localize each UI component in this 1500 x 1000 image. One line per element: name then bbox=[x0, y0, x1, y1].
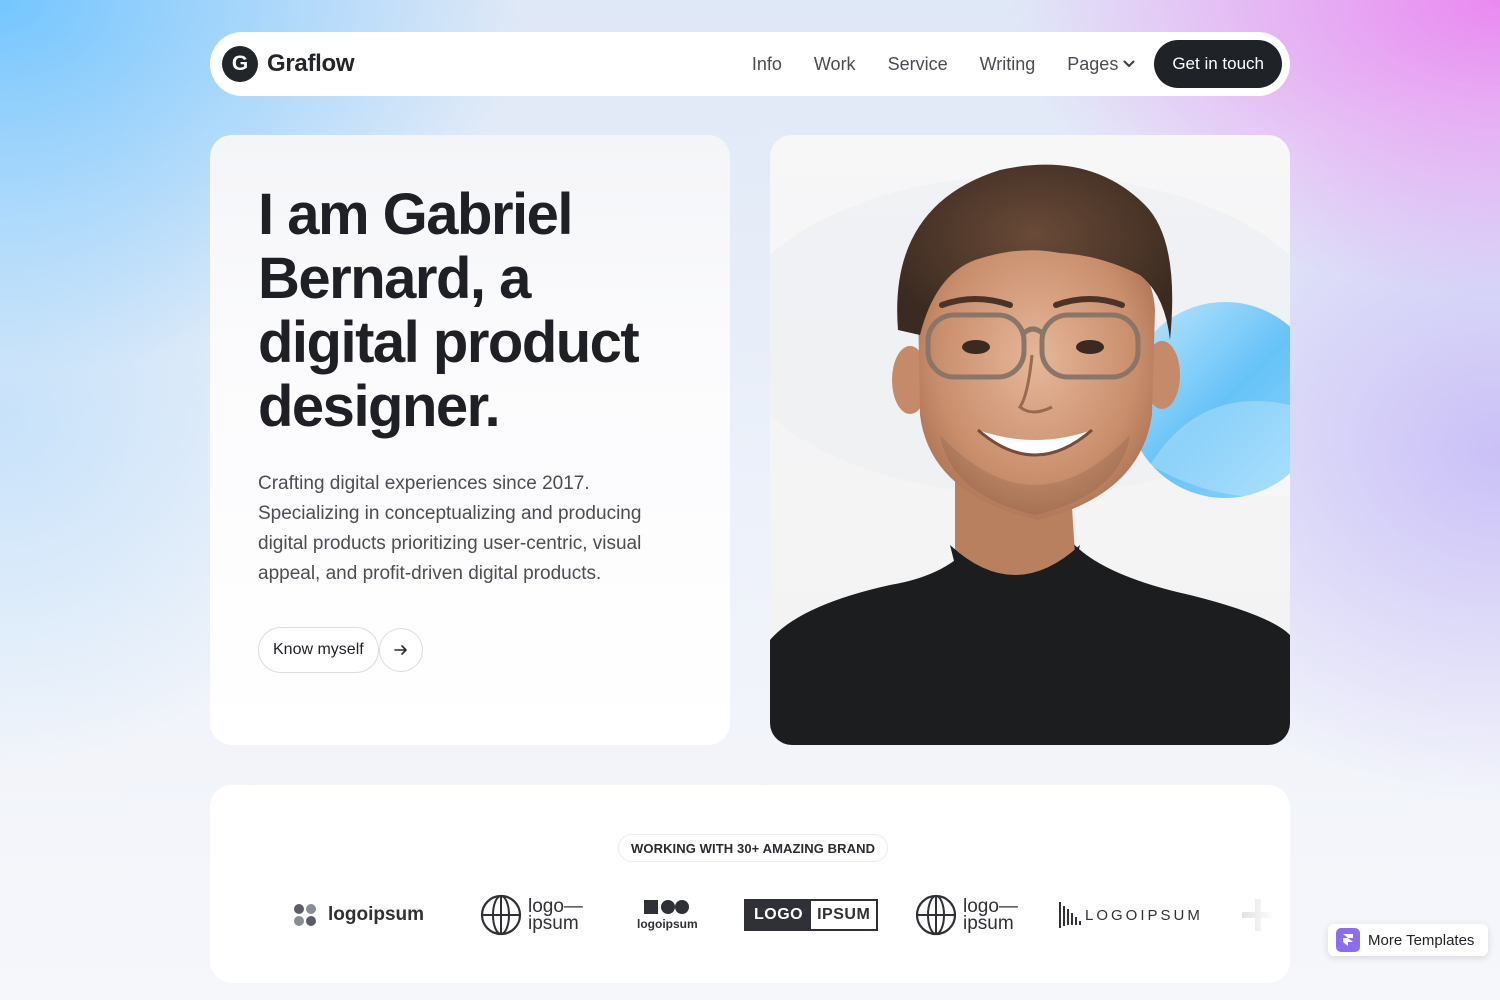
logo-4-text-left: LOGO bbox=[746, 901, 812, 929]
brands-heading-badge: WORKING WITH 30+ AMAZING BRAND bbox=[618, 834, 889, 862]
chevron-down-icon bbox=[1123, 60, 1135, 67]
nav-menu: Info Work Service Writing Pages Get in t… bbox=[752, 40, 1282, 88]
nav-item-pages-dropdown[interactable]: Pages bbox=[1067, 54, 1136, 75]
brand-mark-icon: G bbox=[222, 46, 258, 82]
logo-5-text-bottom: ipsum bbox=[963, 913, 1014, 934]
blocks-icon bbox=[644, 900, 690, 914]
nav-item-writing[interactable]: Writing bbox=[980, 54, 1036, 75]
more-templates-badge[interactable]: More Templates bbox=[1328, 924, 1488, 956]
brand-logo-4: LOGO IPSUM bbox=[744, 890, 879, 940]
brand-logo-6: LOGOIPSUM bbox=[1059, 890, 1203, 940]
brand-logo-1: logoipsum bbox=[290, 890, 424, 940]
brand-name: Graflow bbox=[267, 50, 355, 77]
brand-logo-5: logo— ipsum bbox=[915, 890, 1018, 940]
hero-description: Crafting digital experiences since 2017.… bbox=[258, 473, 642, 584]
know-myself-button[interactable]: Know myself bbox=[258, 627, 379, 673]
more-templates-label: More Templates bbox=[1368, 931, 1475, 949]
hero-cta-group: Know myself bbox=[258, 627, 682, 673]
logos-fade-right bbox=[1210, 875, 1290, 955]
brand-logo[interactable]: G Graflow bbox=[222, 46, 355, 82]
brand-logo-2: logo— ipsum bbox=[480, 890, 583, 940]
brand-logo-3: logoipsum bbox=[637, 890, 698, 940]
logoipsum-shape-icon bbox=[294, 904, 316, 926]
globe-icon bbox=[915, 894, 957, 936]
arrow-right-icon bbox=[393, 645, 407, 655]
know-myself-arrow-button[interactable] bbox=[378, 628, 423, 672]
nav-item-service[interactable]: Service bbox=[888, 54, 948, 75]
logo-2-text-bottom: ipsum bbox=[528, 913, 579, 934]
globe-icon bbox=[480, 894, 522, 936]
logo-4-text-right: IPSUM bbox=[817, 906, 871, 923]
logo-1-text: logoipsum bbox=[328, 904, 425, 925]
hero-portrait-photo bbox=[770, 135, 1290, 745]
get-in-touch-button[interactable]: Get in touch bbox=[1154, 40, 1282, 88]
logos-fade-left bbox=[210, 875, 290, 955]
logo-6-text: LOGOIPSUM bbox=[1085, 906, 1203, 924]
soundwave-icon bbox=[1059, 902, 1081, 928]
framer-icon bbox=[1336, 928, 1360, 952]
hero-title: I am Gabriel Bernard, a digital product … bbox=[258, 182, 640, 439]
nav-item-info[interactable]: Info bbox=[752, 54, 782, 75]
hero-intro-card: I am Gabriel Bernard, a digital product … bbox=[210, 135, 730, 745]
portrait-illustration bbox=[770, 164, 1290, 745]
brands-section: WORKING WITH 30+ AMAZING BRAND logoipsum… bbox=[210, 785, 1290, 983]
nav-item-work[interactable]: Work bbox=[814, 54, 856, 75]
logo-3-text: logoipsum bbox=[637, 917, 698, 931]
pages-label: Pages bbox=[1067, 53, 1119, 74]
top-navbar: G Graflow Info Work Service Writing Page… bbox=[210, 32, 1290, 96]
